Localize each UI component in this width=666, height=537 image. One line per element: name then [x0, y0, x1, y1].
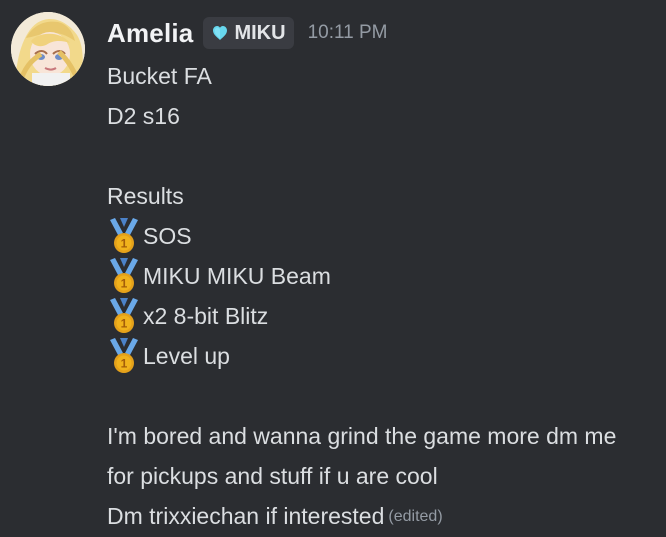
- svg-text:1: 1: [121, 277, 128, 291]
- message-line: Dm trixxiechan if interested (edited): [107, 496, 655, 536]
- message-timestamp: 10:11 PM: [307, 22, 388, 43]
- first-place-medal-icon: 1: [107, 336, 141, 376]
- username[interactable]: Amelia: [107, 18, 193, 49]
- result-text: Level up: [143, 343, 230, 369]
- message-text: for pickups and stuff if u are cool: [107, 463, 438, 489]
- avatar-image: [11, 12, 85, 86]
- message-line: D2 s16: [107, 96, 655, 136]
- first-place-medal-icon: 1: [107, 256, 141, 296]
- first-place-medal-icon: 1: [107, 296, 141, 336]
- result-text: MIKU MIKU Beam: [143, 263, 331, 289]
- chat-message: Amelia MIKU 10:11 PM Bucket FA D2 s16 Re…: [0, 0, 666, 529]
- result-item: 1 SOS: [107, 216, 655, 256]
- message-line: Bucket FA: [107, 56, 655, 96]
- result-item: 1 Level up: [107, 336, 655, 376]
- user-avatar[interactable]: [11, 12, 85, 86]
- results-title-line: Results: [107, 176, 655, 216]
- message-text: I'm bored and wanna grind the game more …: [107, 423, 617, 449]
- message-text: Dm trixxiechan if interested: [107, 503, 385, 529]
- message-text: Bucket FA: [107, 63, 212, 89]
- message-body: Bucket FA D2 s16 Results 1 SOS 1 MIKU MI…: [107, 56, 655, 536]
- message-text: D2 s16: [107, 103, 180, 129]
- heart-icon: [211, 24, 229, 42]
- message-content: Amelia MIKU 10:11 PM Bucket FA D2 s16 Re…: [107, 14, 655, 536]
- svg-text:1: 1: [121, 237, 128, 251]
- first-place-medal-icon: 1: [107, 216, 141, 256]
- result-text: SOS: [143, 223, 192, 249]
- result-item: 1 MIKU MIKU Beam: [107, 256, 655, 296]
- result-item: 1 x2 8-bit Blitz: [107, 296, 655, 336]
- message-header: Amelia MIKU 10:11 PM: [107, 14, 655, 52]
- result-text: x2 8-bit Blitz: [143, 303, 269, 329]
- svg-text:1: 1: [121, 357, 128, 371]
- message-line: for pickups and stuff if u are cool: [107, 456, 655, 496]
- svg-text:1: 1: [121, 317, 128, 331]
- user-tag[interactable]: MIKU: [203, 17, 294, 49]
- results-title: Results: [107, 183, 184, 209]
- tag-label: MIKU: [234, 21, 286, 44]
- message-line: I'm bored and wanna grind the game more …: [107, 416, 655, 456]
- edited-label: (edited): [388, 508, 443, 525]
